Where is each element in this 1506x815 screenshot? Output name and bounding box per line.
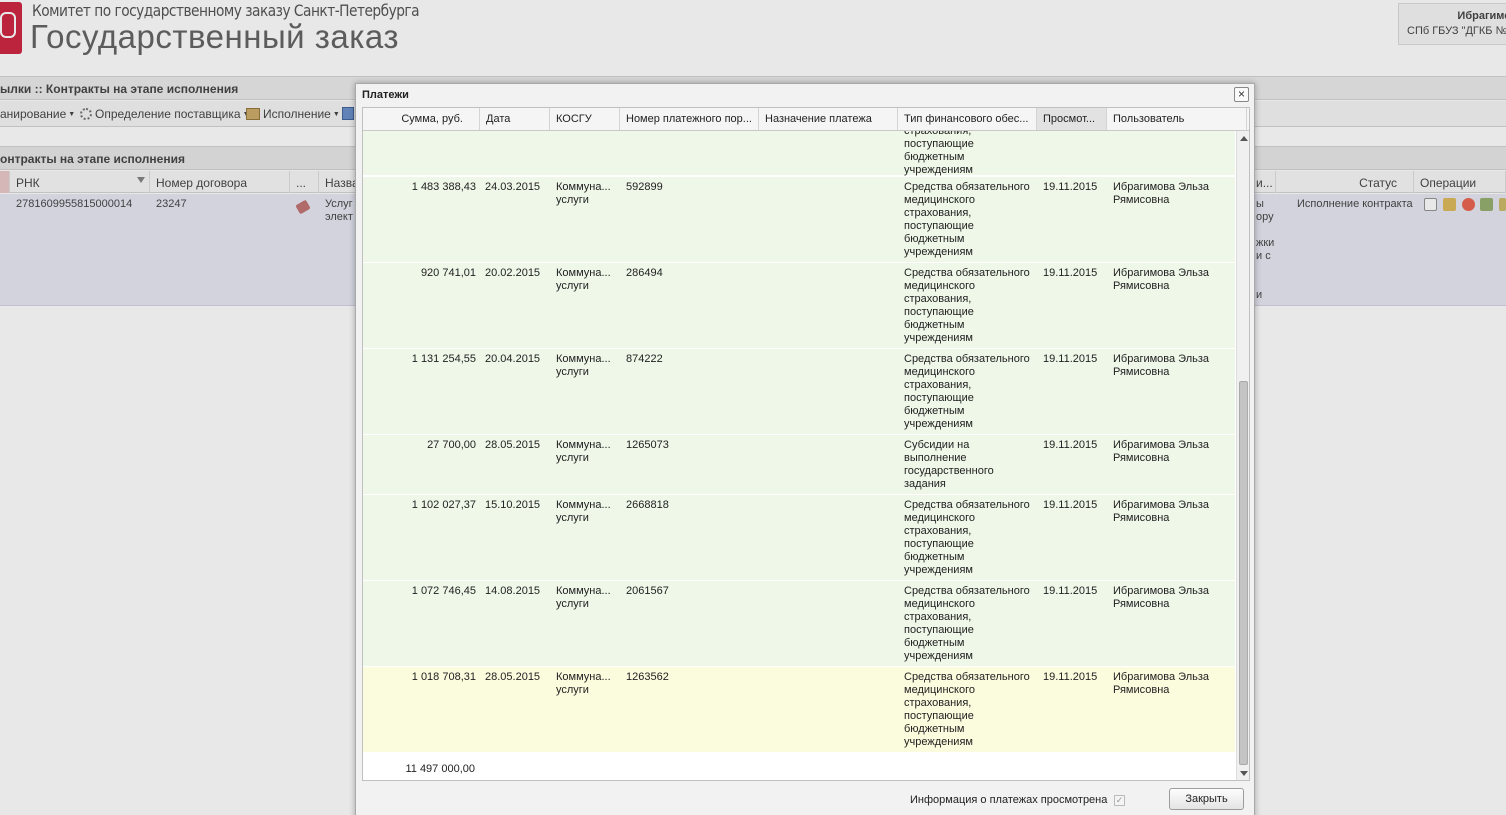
column-financing-type[interactable]: Тип финансового обес... <box>898 108 1037 130</box>
payment-number-cell: 1263562 <box>626 671 669 683</box>
payment-number-cell: 2061567 <box>626 585 669 597</box>
date-cell: 20.04.2015 <box>485 353 541 365</box>
payments-grid: Сумма, руб. Дата КОСГУ Номер платежного … <box>362 107 1250 781</box>
total-sum: 11 497 000,00 <box>405 763 475 775</box>
column-payment-number[interactable]: Номер платежного пор... <box>620 108 759 130</box>
scroll-up-icon[interactable] <box>1240 136 1248 141</box>
viewed-date-cell: 19.11.2015 <box>1043 671 1098 683</box>
close-button[interactable]: Закрыть <box>1169 788 1244 810</box>
sum-cell: 1 072 746,45 <box>411 585 476 597</box>
payment-number-cell: 592899 <box>626 181 663 193</box>
scrollbar-thumb[interactable] <box>1239 381 1248 765</box>
column-sum[interactable]: Сумма, руб. <box>363 108 480 130</box>
table-row[interactable]: 920 741,01 20.02.2015 Коммуна... услуги 286… <box>363 263 1235 349</box>
viewed-date-cell: 19.11.2015 <box>1043 499 1098 511</box>
payment-number-cell: 874222 <box>626 353 663 365</box>
table-row[interactable]: 1 483 388,43 24.03.2015 Коммуна... услуги 5… <box>363 177 1235 263</box>
user-cell: Ибрагимова Эльза Рямисовна <box>1113 585 1210 610</box>
date-cell: 14.08.2015 <box>485 585 541 597</box>
column-user[interactable]: Пользователь <box>1107 108 1247 130</box>
payments-grid-header: Сумма, руб. Дата КОСГУ Номер платежного … <box>363 108 1249 131</box>
financing-type-cell: Средства обязательного медицинского стра… <box>904 671 1030 748</box>
column-date[interactable]: Дата <box>480 108 550 130</box>
column-kosgu[interactable]: КОСГУ <box>550 108 620 130</box>
kosgu-cell: Коммуна... услуги <box>556 439 611 464</box>
kosgu-cell: Коммуна... услуги <box>556 181 611 206</box>
column-viewed[interactable]: Просмот... <box>1037 108 1107 130</box>
payments-dialog: Платежи × Сумма, руб. Дата КОСГУ Номер п… <box>355 83 1255 815</box>
user-cell: Ибрагимова Эльза Рямисовна <box>1113 439 1210 464</box>
viewed-label: Информация о платежах просмотрена <box>910 794 1108 806</box>
viewed-date-cell: 19.11.2015 <box>1043 439 1098 451</box>
dialog-title: Платежи <box>362 89 409 101</box>
viewed-date-cell: 19.11.2015 <box>1043 353 1098 365</box>
table-row[interactable]: 27 700,00 28.05.2015 Коммуна... услуги 1265… <box>363 435 1235 495</box>
user-cell: Ибрагимова Эльза Рямисовна <box>1113 499 1210 524</box>
sum-cell: 1 018 708,31 <box>411 671 476 683</box>
sum-cell: 1 131 254,55 <box>411 353 476 365</box>
user-cell: Ибрагимова Эльза Рямисовна <box>1113 181 1210 206</box>
financing-type-cell: страхования, поступающие бюджетным учреж… <box>904 131 974 176</box>
viewed-date-cell: 19.11.2015 <box>1043 267 1098 279</box>
column-purpose[interactable]: Назначение платежа <box>759 108 898 130</box>
financing-type-cell: Субсидии на выполнение государственного … <box>904 439 994 490</box>
payments-rows: страхования, поступающие бюджетным учреж… <box>363 131 1235 761</box>
date-cell: 15.10.2015 <box>485 499 541 511</box>
user-cell: Ибрагимова Эльза Рямисовна <box>1113 671 1210 696</box>
user-cell: Ибрагимова Эльза Рямисовна <box>1113 267 1210 292</box>
financing-type-cell: Средства обязательного медицинского стра… <box>904 585 1030 662</box>
user-cell: Ибрагимова Эльза Рямисовна <box>1113 353 1210 378</box>
date-cell: 28.05.2015 <box>485 671 541 683</box>
kosgu-cell: Коммуна... услуги <box>556 267 611 292</box>
date-cell: 28.05.2015 <box>485 439 541 451</box>
table-row[interactable]: 1 072 746,45 14.08.2015 Коммуна... услуги 2… <box>363 581 1235 667</box>
table-row[interactable]: страхования, поступающие бюджетным учреж… <box>363 131 1235 176</box>
viewed-date-cell: 19.11.2015 <box>1043 181 1098 193</box>
financing-type-cell: Средства обязательного медицинского стра… <box>904 267 1030 344</box>
payment-number-cell: 286494 <box>626 267 663 279</box>
date-cell: 24.03.2015 <box>485 181 541 193</box>
financing-type-cell: Средства обязательного медицинского стра… <box>904 353 1030 430</box>
sum-cell: 920 741,01 <box>420 267 476 279</box>
dialog-footer: Информация о платежах просмотрена ✓ Закр… <box>356 784 1254 815</box>
kosgu-cell: Коммуна... услуги <box>556 499 611 524</box>
sum-cell: 27 700,00 <box>427 439 476 451</box>
table-row[interactable]: 1 018 708,31 28.05.2015 Коммуна... услуги 1… <box>363 667 1235 753</box>
close-icon[interactable]: × <box>1234 87 1249 102</box>
kosgu-cell: Коммуна... услуги <box>556 671 611 696</box>
viewed-checkbox[interactable]: ✓ <box>1114 795 1125 806</box>
financing-type-cell: Средства обязательного медицинского стра… <box>904 499 1030 576</box>
sum-cell: 1 102 027,37 <box>411 499 476 511</box>
viewed-date-cell: 19.11.2015 <box>1043 585 1098 597</box>
financing-type-cell: Средства обязательного медицинского стра… <box>904 181 1030 258</box>
kosgu-cell: Коммуна... услуги <box>556 353 611 378</box>
table-row[interactable]: 1 102 027,37 15.10.2015 Коммуна... услуги 2… <box>363 495 1235 581</box>
date-cell: 20.02.2015 <box>485 267 541 279</box>
scroll-down-icon[interactable] <box>1240 771 1248 776</box>
sum-cell: 1 483 388,43 <box>411 181 476 193</box>
vertical-scrollbar[interactable] <box>1236 131 1249 780</box>
kosgu-cell: Коммуна... услуги <box>556 585 611 610</box>
table-row[interactable]: 1 131 254,55 20.04.2015 Коммуна... услуги 8… <box>363 349 1235 435</box>
payment-number-cell: 1265073 <box>626 439 669 451</box>
payment-number-cell: 2668818 <box>626 499 669 511</box>
